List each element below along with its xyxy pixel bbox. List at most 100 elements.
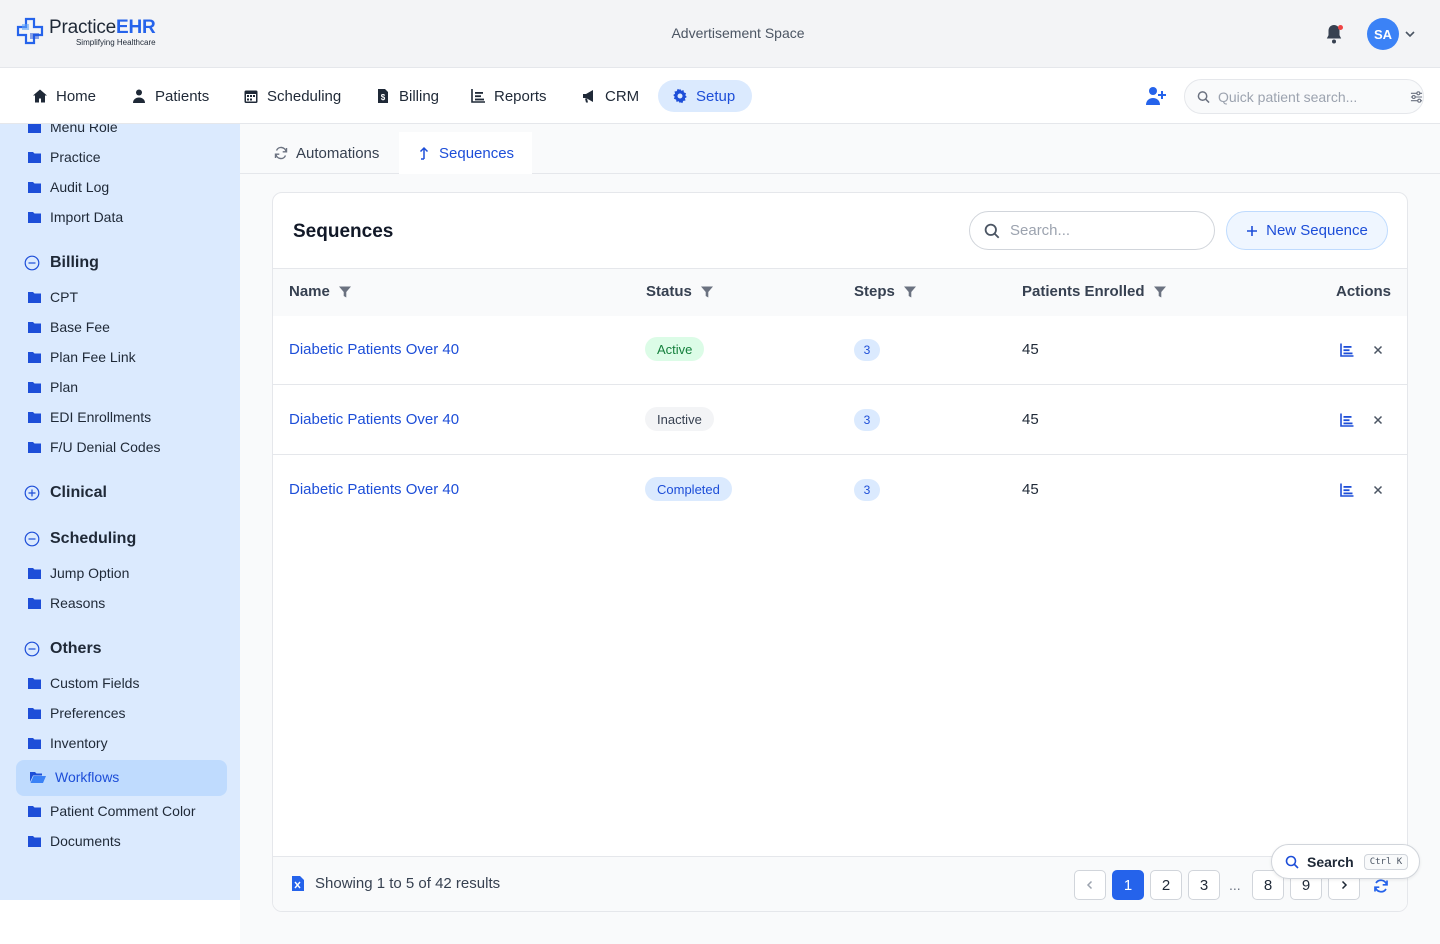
- filter-icon[interactable]: [903, 286, 916, 298]
- filter-icon[interactable]: [1153, 286, 1166, 298]
- patients-enrolled: 45: [1022, 411, 1039, 428]
- file-invoice-icon: $: [378, 89, 388, 103]
- sidebar-item-label: Menu Role: [50, 124, 118, 135]
- sidebar-item-label: Jump Option: [50, 565, 130, 581]
- workflow-tabs: Automations Sequences: [240, 124, 1440, 174]
- chevron-left-icon: [1086, 880, 1093, 890]
- sidebar-item-import-data[interactable]: Import Data: [28, 207, 123, 227]
- folder-icon: [28, 292, 41, 303]
- pagination-page[interactable]: 3: [1188, 870, 1220, 900]
- nav-billing[interactable]: $ Billing: [361, 80, 453, 112]
- pagination-page[interactable]: 2: [1150, 870, 1182, 900]
- nav-crm[interactable]: CRM: [567, 80, 653, 112]
- sidebar-item-label: Custom Fields: [50, 675, 140, 691]
- table-header: Name Status Steps Patients Enrolled Acti…: [273, 268, 1407, 316]
- add-user-icon[interactable]: [1145, 86, 1167, 106]
- sidebar-item-audit-log[interactable]: Audit Log: [28, 177, 109, 197]
- sidebar-item-practice[interactable]: Practice: [28, 147, 101, 167]
- status-badge: Active: [645, 337, 705, 361]
- refresh-icon: [274, 146, 288, 160]
- column-label: Name: [289, 283, 330, 300]
- sidebar-item-reasons[interactable]: Reasons: [28, 593, 105, 613]
- arrow-up-icon: [419, 146, 429, 160]
- chevron-down-icon[interactable]: [1404, 28, 1416, 40]
- sidebar-section-clinical[interactable]: Clinical: [24, 484, 107, 502]
- sidebar-item-fu-denial-codes[interactable]: F/U Denial Codes: [28, 437, 161, 457]
- new-sequence-button[interactable]: New Sequence: [1226, 211, 1388, 250]
- sidebar-item-edi-enrollments[interactable]: EDI Enrollments: [28, 407, 151, 427]
- floating-search-button[interactable]: Search Ctrl K: [1271, 844, 1420, 879]
- folder-icon: [28, 738, 41, 749]
- sidebar-item-label: Base Fee: [50, 319, 110, 335]
- quick-patient-search[interactable]: [1184, 79, 1424, 114]
- collapse-circle-icon: [24, 255, 40, 271]
- sequence-search-input[interactable]: [1010, 222, 1190, 239]
- sidebar-section-billing[interactable]: Billing: [24, 254, 99, 272]
- sidebar-item-inventory[interactable]: Inventory: [28, 733, 108, 753]
- refresh-icon[interactable]: [1373, 878, 1389, 894]
- analytics-icon[interactable]: [1339, 482, 1355, 498]
- sequence-name-link[interactable]: Diabetic Patients Over 40: [289, 481, 459, 498]
- sidebar-section-title: Others: [50, 640, 102, 657]
- megaphone-icon: [583, 90, 593, 103]
- sidebar-item-documents[interactable]: Documents: [28, 831, 121, 851]
- column-label: Steps: [854, 283, 895, 300]
- column-actions: Actions: [1336, 283, 1391, 300]
- filter-icon[interactable]: [700, 286, 713, 298]
- sidebar-item-patient-comment-color[interactable]: Patient Comment Color: [28, 801, 196, 821]
- nav-reports[interactable]: Reports: [456, 80, 561, 112]
- chevron-right-icon: [1341, 880, 1348, 890]
- sliders-icon[interactable]: [1410, 90, 1423, 104]
- nav-home[interactable]: Home: [18, 80, 110, 112]
- sidebar-section-scheduling[interactable]: Scheduling: [24, 530, 136, 548]
- sidebar-item-jump-option[interactable]: Jump Option: [28, 563, 129, 583]
- sidebar-item-plan[interactable]: Plan: [28, 377, 78, 397]
- folder-icon: [28, 152, 41, 163]
- folder-icon: [28, 708, 41, 719]
- pagination-prev-button[interactable]: [1074, 870, 1106, 900]
- sidebar-item-base-fee[interactable]: Base Fee: [28, 317, 110, 337]
- sequences-card: Sequences New Sequence Name Status Steps…: [272, 192, 1408, 912]
- close-icon[interactable]: [1370, 342, 1386, 358]
- tab-label: Automations: [296, 144, 380, 162]
- sequence-name-link[interactable]: Diabetic Patients Over 40: [289, 341, 459, 358]
- sidebar-item-label: EDI Enrollments: [50, 409, 152, 425]
- filter-icon[interactable]: [338, 286, 351, 298]
- close-icon[interactable]: [1370, 412, 1386, 428]
- sidebar-section-title: Scheduling: [50, 530, 137, 547]
- nav-scheduling[interactable]: Scheduling: [229, 80, 355, 112]
- nav-setup[interactable]: Setup: [658, 80, 752, 112]
- status-badge: Completed: [645, 477, 732, 501]
- nav-patients[interactable]: Patients: [117, 80, 223, 112]
- steps-count: 3: [854, 409, 880, 431]
- top-header: PracticeEHR Simplifying Healthcare Adver…: [0, 0, 1440, 68]
- analytics-icon[interactable]: [1339, 342, 1355, 358]
- nav-label: Reports: [494, 87, 547, 105]
- gear-icon: [673, 88, 687, 104]
- tab-sequences[interactable]: Sequences: [399, 132, 533, 174]
- sidebar-item-menu-role[interactable]: Menu Role: [28, 124, 118, 137]
- sequence-name-link[interactable]: Diabetic Patients Over 40: [289, 411, 459, 428]
- user-avatar[interactable]: SA: [1367, 18, 1399, 50]
- excel-export-icon[interactable]: [291, 875, 305, 892]
- patients-enrolled: 45: [1022, 481, 1039, 498]
- quick-search-input[interactable]: [1218, 88, 1388, 105]
- folder-icon: [28, 322, 41, 333]
- sidebar-item-custom-fields[interactable]: Custom Fields: [28, 673, 139, 693]
- sequence-search[interactable]: [969, 211, 1215, 250]
- sidebar-item-preferences[interactable]: Preferences: [28, 703, 125, 723]
- sidebar-item-workflows[interactable]: Workflows: [30, 767, 119, 787]
- sidebar-item-cpt[interactable]: CPT: [28, 287, 78, 307]
- nav-label: Billing: [399, 87, 440, 105]
- setup-sidebar: Menu Role Practice Audit Log Import Data…: [0, 124, 240, 900]
- folder-icon: [28, 806, 41, 817]
- folder-icon: [28, 412, 41, 423]
- floating-search-label: Search: [1307, 853, 1354, 870]
- sidebar-item-plan-fee-link[interactable]: Plan Fee Link: [28, 347, 136, 367]
- analytics-icon[interactable]: [1339, 412, 1355, 428]
- close-icon[interactable]: [1370, 482, 1386, 498]
- home-icon: [33, 89, 47, 103]
- tab-automations[interactable]: Automations: [256, 132, 397, 174]
- sidebar-section-others[interactable]: Others: [24, 640, 102, 658]
- pagination-page[interactable]: 1: [1112, 870, 1144, 900]
